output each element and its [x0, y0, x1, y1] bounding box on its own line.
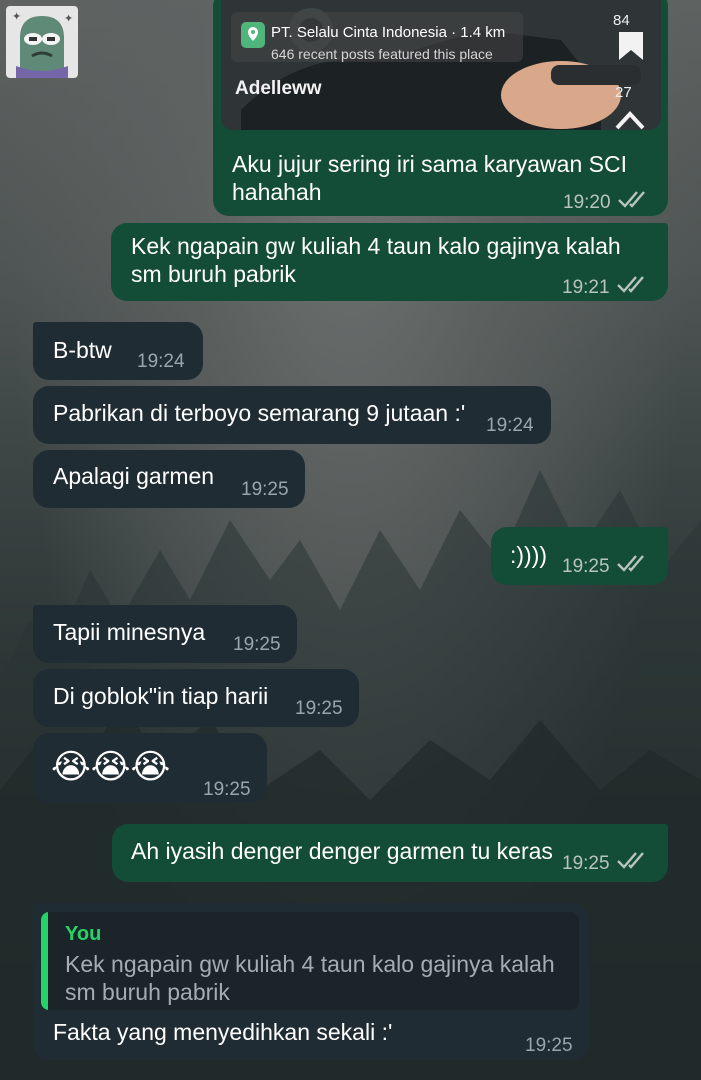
message-text: :)))) [510, 542, 548, 568]
message-time: 19:24 [137, 351, 185, 372]
message-text: Di goblok"in tiap harii [53, 683, 269, 709]
double-check-icon [617, 852, 644, 869]
message-text: Tapii minesnya [53, 619, 206, 645]
message-outgoing-m2[interactable]: Kek ngapain gw kuliah 4 taun kalo gajiny… [111, 223, 668, 301]
message-text: Ah iyasih denger denger garmen tu keras [131, 838, 553, 864]
message-incoming-m3[interactable]: B-btw 19:24 [33, 322, 203, 380]
message-time: 19:25 [562, 853, 610, 874]
quote-accent-bar [41, 912, 48, 1010]
message-incoming-m7[interactable]: Tapii minesnya 19:25 [33, 605, 297, 663]
message-incoming-m9[interactable]: 😭😭😭 19:25 [33, 733, 267, 803]
message-incoming-m11[interactable]: You Kek ngapain gw kuliah 4 taun kalo ga… [33, 903, 589, 1060]
message-time: 19:25 [525, 1035, 573, 1056]
message-outgoing-m6[interactable]: :)))) 19:25 [491, 527, 668, 585]
place-post-count: 646 recent posts featured this place [271, 46, 493, 62]
message-text-line-2: sm buruh pabrik [131, 261, 296, 287]
svg-text:✦: ✦ [12, 11, 21, 23]
quote-author: You [65, 923, 102, 945]
quote-text-line-2: sm buruh pabrik [65, 979, 230, 1005]
message-time: 19:20 [563, 192, 611, 213]
message-incoming-m4[interactable]: Pabrikan di terboyo semarang 9 jutaan :'… [33, 386, 551, 444]
message-time: 19:21 [562, 277, 610, 298]
shared-post-thumbnail[interactable]: PT. Selalu Cinta Indonesia · 1.4 km 646 … [221, 0, 661, 130]
message-time: 19:25 [233, 634, 281, 655]
contact-avatar[interactable]: ✦ ✦ [6, 6, 78, 78]
place-chip[interactable]: PT. Selalu Cinta Indonesia · 1.4 km 646 … [231, 12, 523, 62]
quote-text-line-1: Kek ngapain gw kuliah 4 taun kalo gajiny… [65, 951, 555, 977]
quote-text: Kek ngapain gw kuliah 4 taun kalo gajiny… [65, 950, 565, 1006]
message-outgoing-m10[interactable]: Ah iyasih denger denger garmen tu keras … [112, 824, 668, 882]
reply-quote[interactable]: You Kek ngapain gw kuliah 4 taun kalo ga… [41, 912, 579, 1010]
message-time: 19:25 [203, 779, 251, 800]
double-check-icon [617, 555, 644, 572]
double-check-icon [617, 276, 644, 293]
post-username: Adelleww [235, 78, 322, 99]
message-outgoing-m1[interactable]: PT. Selalu Cinta Indonesia · 1.4 km 646 … [213, 0, 668, 216]
message-emoji: 😭😭😭 [51, 747, 171, 787]
save-count: 27 [615, 84, 632, 101]
bookmark-icon[interactable] [617, 30, 645, 62]
message-text-line-1: Aku jujur sering iri sama karyawan SCI [232, 151, 627, 177]
message-text-line-2: hahahah [232, 179, 322, 205]
share-arrow-icon[interactable] [615, 110, 645, 130]
message-time: 19:25 [241, 479, 289, 500]
double-check-icon [618, 191, 645, 208]
message-time: 19:25 [562, 556, 610, 577]
message-text: Apalagi garmen [53, 463, 215, 489]
frog-sticker-icon: ✦ ✦ [6, 6, 78, 78]
message-time: 19:24 [486, 415, 534, 436]
message-text: Pabrikan di terboyo semarang 9 jutaan :' [53, 400, 466, 426]
message-text: B-btw [53, 337, 112, 363]
location-pin-icon [241, 22, 265, 48]
message-text-line-1: Kek ngapain gw kuliah 4 taun kalo gajiny… [131, 233, 621, 259]
message-text: Fakta yang menyedihkan sekali :' [53, 1019, 393, 1045]
message-incoming-m5[interactable]: Apalagi garmen 19:25 [33, 450, 305, 508]
svg-text:✦: ✦ [64, 13, 73, 25]
message-time: 19:25 [295, 698, 343, 719]
message-incoming-m8[interactable]: Di goblok"in tiap harii 19:25 [33, 669, 359, 727]
